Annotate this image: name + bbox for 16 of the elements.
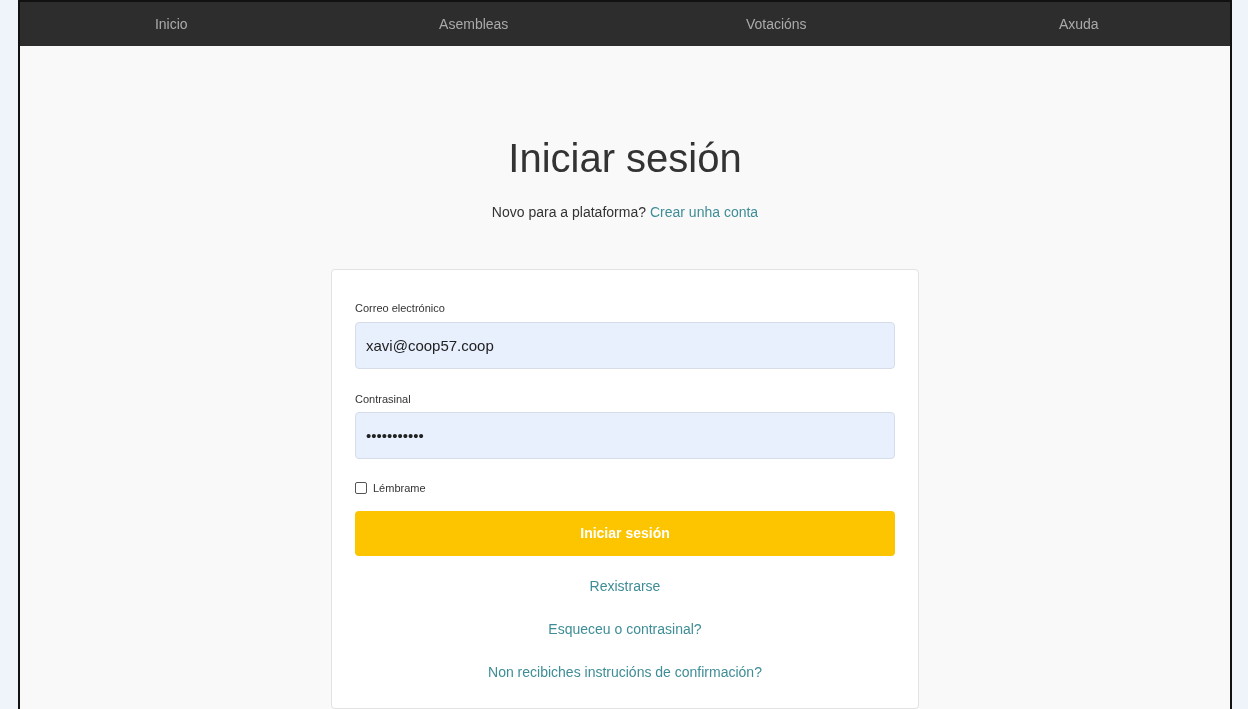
create-account-link[interactable]: Crear unha conta	[649, 202, 759, 223]
password-input[interactable]: •••••••••••	[355, 412, 895, 459]
nav-link[interactable]: Inicio	[154, 13, 188, 35]
form-link[interactable]: Non recibiches instrucións de confirmación?	[488, 661, 762, 683]
form-link[interactable]: Esqueceu o contrasinal?	[548, 618, 702, 640]
remember-checkbox[interactable]	[355, 482, 367, 495]
email-input[interactable]: xavi@coop57.coop	[355, 321, 895, 369]
form-link[interactable]: Rexistrarse	[589, 575, 661, 597]
remember-label: Lémbrame	[373, 481, 426, 496]
field-label: Correo electrónico	[355, 301, 446, 316]
field-label: Contrasinal	[355, 391, 412, 407]
nav-link[interactable]: Axuda	[1058, 13, 1099, 35]
nav-link[interactable]: Votacións	[745, 13, 807, 35]
nav-link[interactable]: Asembleas	[439, 13, 509, 35]
page-title: Iniciar sesión	[508, 138, 742, 178]
signup-prompt: Novo para a plataforma?	[491, 203, 646, 222]
